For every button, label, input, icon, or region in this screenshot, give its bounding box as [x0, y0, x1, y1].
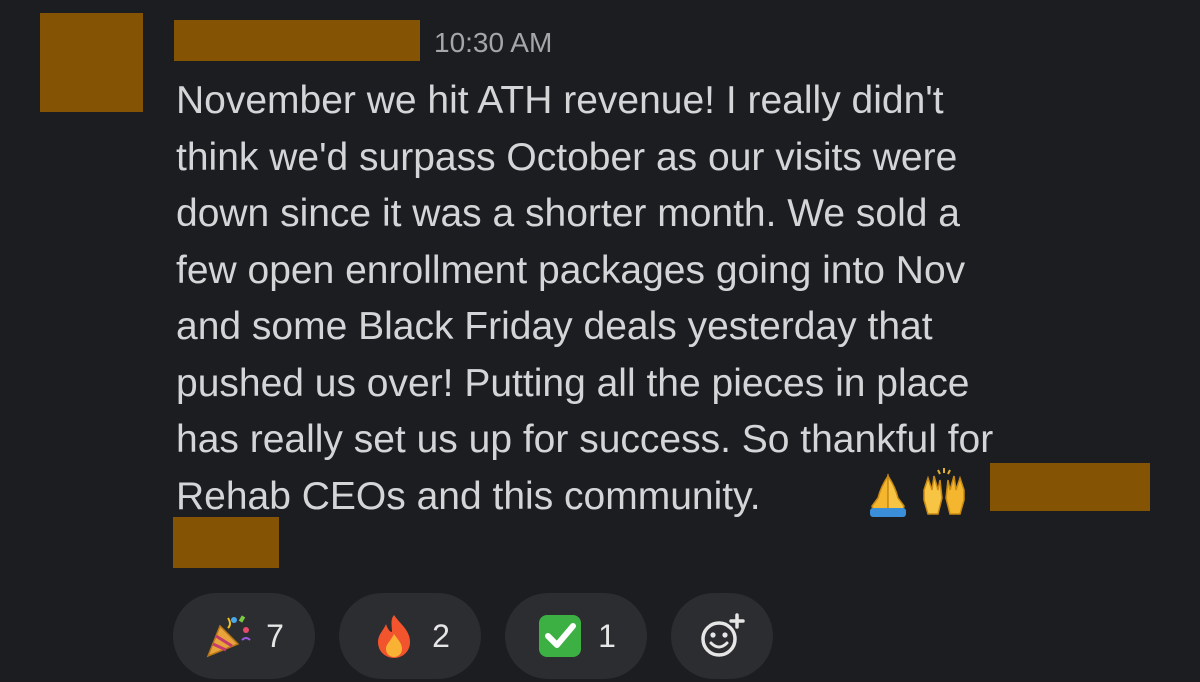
- folded-hands-icon: [870, 473, 906, 517]
- check-mark-button-icon: [539, 615, 582, 657]
- message-body: November we hit ATH revenue! I really di…: [176, 79, 994, 518]
- reaction-check-mark[interactable]: 1: [505, 593, 647, 679]
- reactions-bar: 7 2 1: [173, 593, 773, 679]
- mention-redacted[interactable]: [990, 463, 1150, 511]
- reaction-fire[interactable]: 2: [339, 593, 481, 679]
- fire-icon: [378, 615, 411, 658]
- add-reaction-smiley-icon: [701, 613, 745, 657]
- reaction-count: 7: [266, 617, 284, 654]
- add-reaction-button[interactable]: [671, 593, 773, 679]
- reaction-count: 1: [598, 617, 616, 654]
- message-timestamp[interactable]: 10:30 AM: [434, 27, 552, 59]
- username-redacted[interactable]: [174, 20, 420, 61]
- raising-hands-icon: [923, 468, 965, 515]
- party-popper-icon: [206, 615, 251, 658]
- mention-redacted-continued[interactable]: [173, 517, 279, 568]
- reaction-party-popper[interactable]: 7: [173, 593, 315, 679]
- inline-emoji-group: [862, 468, 970, 520]
- user-avatar-redacted[interactable]: [40, 13, 143, 112]
- reaction-count: 2: [432, 617, 450, 654]
